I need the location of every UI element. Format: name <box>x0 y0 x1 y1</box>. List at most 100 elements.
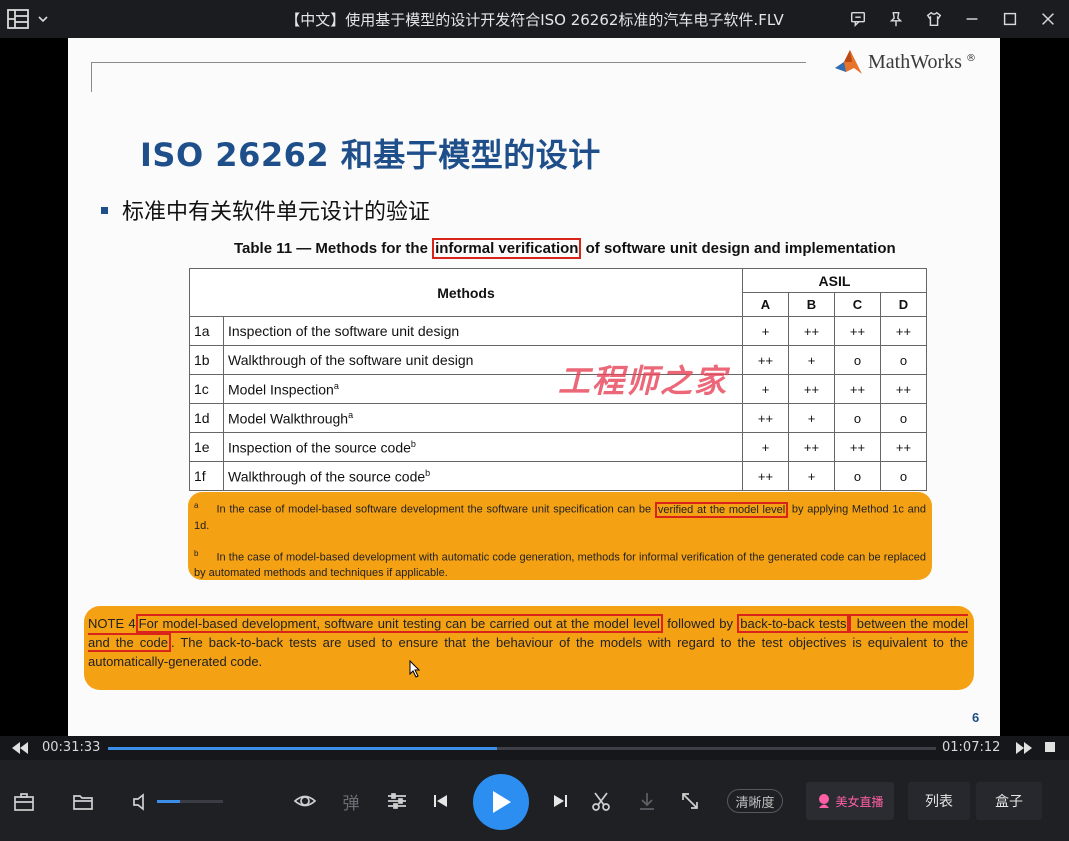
footnote-highlight: verified at the model level <box>654 501 789 518</box>
mouse-cursor-icon <box>409 660 421 678</box>
asil-rating: ++ <box>834 316 881 346</box>
play-button[interactable] <box>473 774 529 830</box>
rewind-icon[interactable] <box>11 740 29 756</box>
volume-slider[interactable] <box>157 800 223 803</box>
next-button[interactable] <box>550 789 572 813</box>
method-id: 1e <box>189 432 224 462</box>
asil-rating: ++ <box>880 316 927 346</box>
skip-next-icon <box>554 795 567 807</box>
progress-row: 00:31:33 01:07:12 <box>0 736 1069 760</box>
mathworks-logo: MathWorks ® <box>834 48 976 76</box>
seek-bar[interactable] <box>108 747 936 750</box>
method-id: 1c <box>189 374 224 404</box>
mute-button[interactable] <box>130 790 152 814</box>
asil-rating: o <box>834 461 881 491</box>
table-caption: Table 11 — Methods for the informal veri… <box>234 238 896 259</box>
folder-icon <box>73 795 93 810</box>
message-icon <box>850 11 866 28</box>
asil-header: ASIL <box>742 268 927 293</box>
clip-button[interactable] <box>588 788 614 814</box>
asil-rating: ++ <box>788 374 835 404</box>
footnote-text: In the case of model-based development w… <box>194 551 926 580</box>
asil-rating: + <box>742 432 789 462</box>
method-id: 1b <box>189 345 224 375</box>
play-icon <box>493 791 511 813</box>
asil-rating: ++ <box>834 432 881 462</box>
volume-slider-fill <box>157 800 181 803</box>
title-bar: 【中文】使用基于模型的设计开发符合ISO 26262标准的汽车电子软件.FLV <box>0 0 1069 38</box>
caption-highlight: informal verification <box>432 238 582 259</box>
asil-rating: ++ <box>742 461 789 491</box>
header-rule-vertical <box>91 62 92 92</box>
eye-icon <box>293 795 317 807</box>
asil-rating: + <box>788 345 835 375</box>
note-text: followed by <box>662 616 738 631</box>
close-button[interactable] <box>1035 6 1061 32</box>
method-name-text: Walkthrough of the source code <box>228 468 426 485</box>
quality-button[interactable]: 清晰度 <box>727 789 783 813</box>
method-name-text: Inspection of the source code <box>228 439 411 456</box>
toolbox-button[interactable] <box>12 790 36 814</box>
live-stream-button[interactable]: 美女直播 <box>806 782 894 820</box>
eye-protection-button[interactable] <box>292 788 318 814</box>
method-name-text: Model Inspection <box>228 381 334 398</box>
sliders-icon <box>388 793 406 809</box>
asil-rating: + <box>788 461 835 491</box>
table-row: 1f Walkthrough of the source codeb ++ + o o <box>189 461 927 491</box>
maximize-button[interactable] <box>997 6 1023 32</box>
table-row: 1d Model Walkthrougha ++ + o o <box>189 403 927 433</box>
menu-grid-icon <box>7 9 29 29</box>
fast-forward-icon[interactable] <box>1015 740 1033 756</box>
skin-button[interactable] <box>921 6 947 32</box>
previous-button[interactable] <box>429 789 451 813</box>
asil-rating: ++ <box>788 432 835 462</box>
note-label: NOTE 4 <box>88 616 136 631</box>
box-button[interactable]: 盒子 <box>976 782 1042 820</box>
method-name: Inspection of the software unit design <box>223 316 743 346</box>
table-row: 1a Inspection of the software unit design… <box>189 316 927 346</box>
asil-level: B <box>788 292 835 317</box>
settings-button[interactable] <box>384 789 410 813</box>
open-file-button[interactable] <box>71 790 95 814</box>
footnote-text: In the case of model-based software deve… <box>216 503 655 516</box>
danmaku-button[interactable]: 弹 <box>339 789 363 814</box>
watermark: 工程师之家 <box>558 362 729 400</box>
minimize-icon <box>966 18 978 20</box>
video-area[interactable]: MathWorks ® ISO 26262 和基于模型的设计 标准中有关软件单元设… <box>0 38 1069 736</box>
asil-rating: ++ <box>742 403 789 433</box>
asil-rating: + <box>788 403 835 433</box>
pin-button[interactable] <box>883 6 909 32</box>
slide-title: ISO 26262 和基于模型的设计 <box>140 136 601 174</box>
playlist-button[interactable]: 列表 <box>908 782 970 820</box>
method-id: 1d <box>189 403 224 433</box>
feedback-button[interactable] <box>845 6 871 32</box>
asil-rating: o <box>880 403 927 433</box>
method-name-text: Model Walkthrough <box>228 410 349 427</box>
toolbox-icon <box>14 793 34 811</box>
method-name-text: Walkthrough of the software unit design <box>228 352 474 368</box>
note-highlight: back-to-back tests <box>737 614 850 633</box>
caption-prefix: Table 11 — Methods for the <box>234 240 433 257</box>
note-text: . The back-to-back tests are used to ens… <box>88 635 968 669</box>
main-menu-button[interactable] <box>6 7 50 31</box>
presentation-slide: MathWorks ® ISO 26262 和基于模型的设计 标准中有关软件单元设… <box>68 38 1000 736</box>
seek-bar-fill <box>108 747 498 750</box>
page-number: 6 <box>972 710 980 725</box>
method-name: Model Walkthrougha <box>223 403 743 433</box>
download-button[interactable] <box>635 788 659 814</box>
asil-rating: + <box>742 316 789 346</box>
asil-rating: ++ <box>834 374 881 404</box>
maximize-icon <box>1003 12 1017 26</box>
live-stream-label: 美女直播 <box>835 794 884 809</box>
method-name: Inspection of the source codeb <box>223 432 743 462</box>
live-avatar-icon <box>819 794 830 808</box>
stop-icon[interactable] <box>1044 741 1056 753</box>
asil-rating: ++ <box>880 432 927 462</box>
fullscreen-button[interactable] <box>678 788 702 814</box>
footnote-a: a In the case of model-based software dev… <box>194 498 926 534</box>
asil-level: D <box>880 292 927 317</box>
footnote-ref: b <box>425 467 431 478</box>
brand-registered-mark: ® <box>965 52 976 64</box>
minimize-button[interactable] <box>959 6 985 32</box>
footnote-mark: b <box>194 548 199 558</box>
